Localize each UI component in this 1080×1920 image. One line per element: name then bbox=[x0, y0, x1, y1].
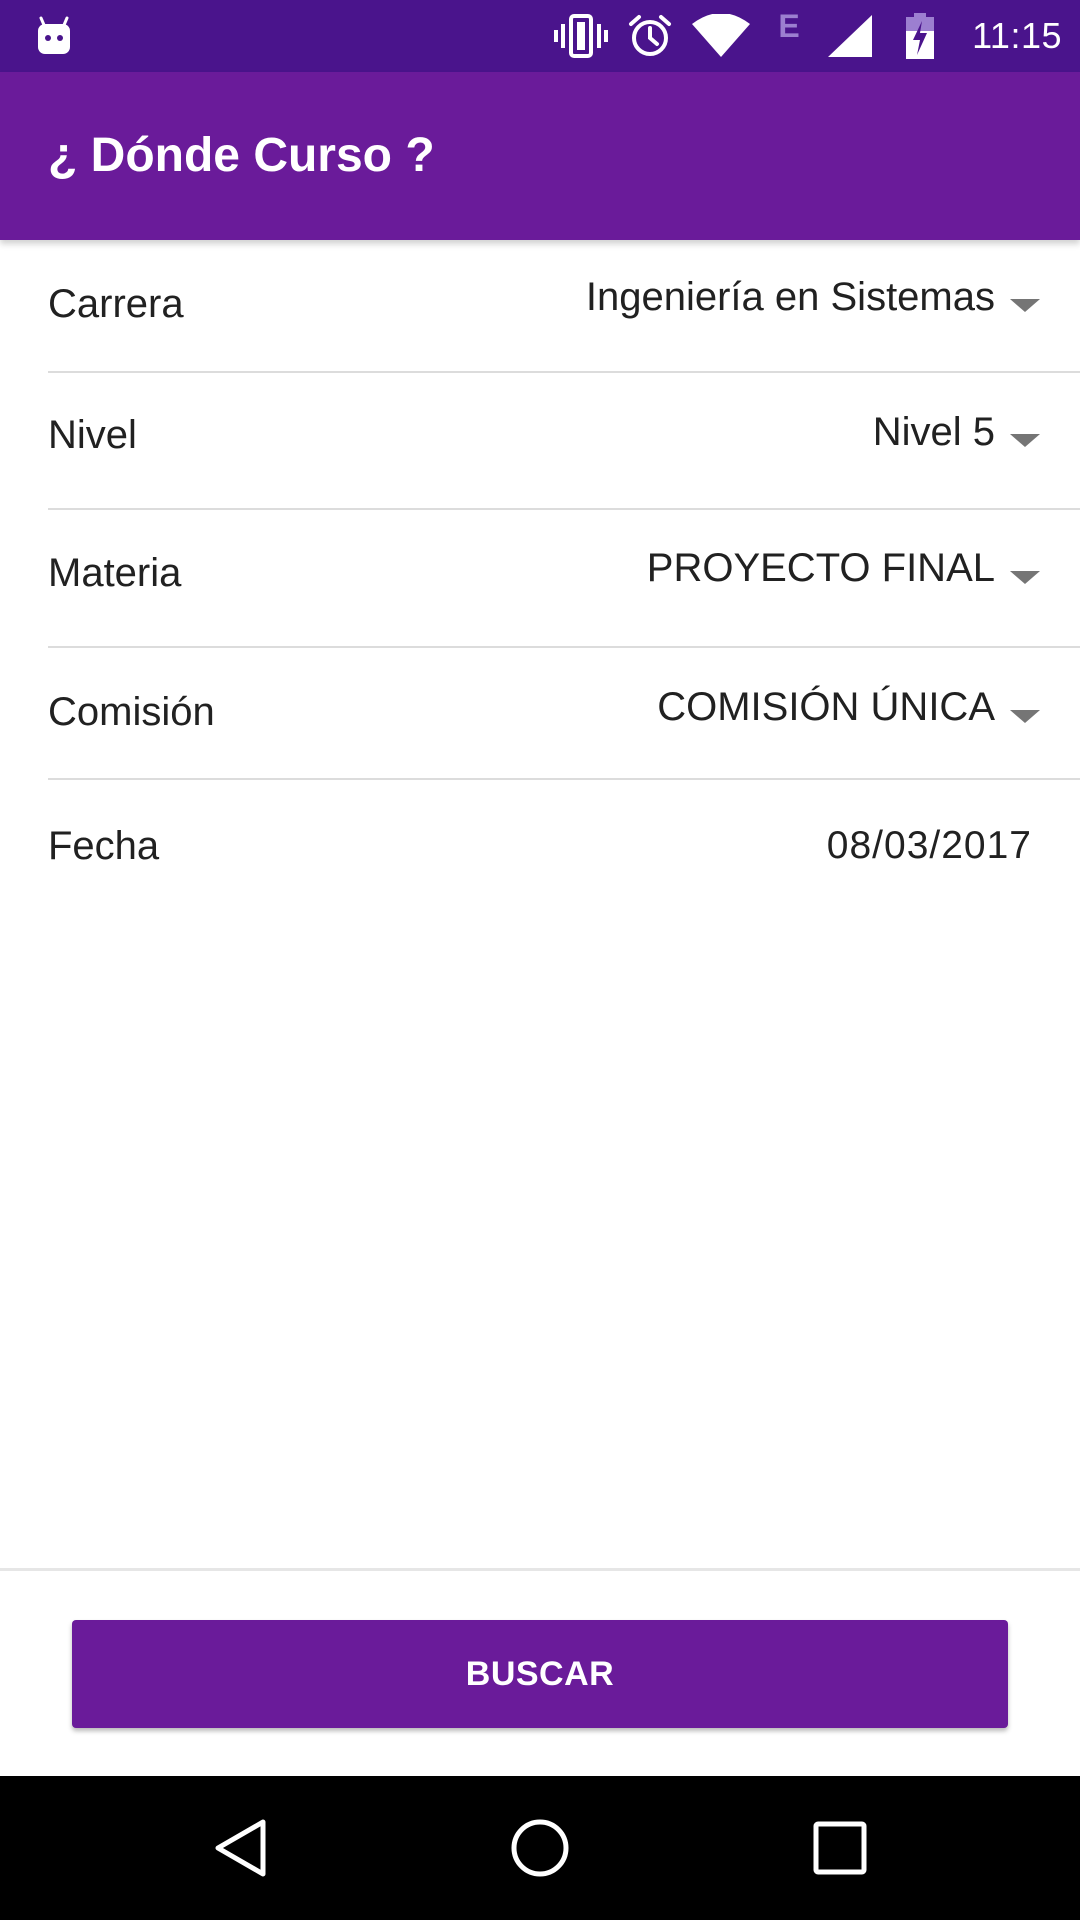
network-type-label: E bbox=[778, 8, 800, 44]
screen: E 11:15 ¿ Dónde Curso ? Carrera Ingenier… bbox=[0, 0, 1080, 1920]
nivel-dropdown-arrow-icon[interactable] bbox=[1010, 434, 1040, 447]
divider bbox=[48, 778, 1080, 780]
carrera-value[interactable]: Ingeniería en Sistemas bbox=[586, 275, 995, 320]
status-bar: E 11:15 bbox=[0, 0, 1080, 72]
recents-icon bbox=[813, 1821, 867, 1875]
navigation-bar bbox=[0, 1776, 1080, 1920]
alarm-icon bbox=[626, 0, 674, 72]
vibrate-icon bbox=[552, 0, 610, 72]
comision-value[interactable]: COMISIÓN ÚNICA bbox=[657, 685, 995, 730]
carrera-label: Carrera bbox=[48, 282, 184, 326]
search-button[interactable]: BUSCAR bbox=[72, 1620, 1008, 1728]
materia-label: Materia bbox=[48, 551, 182, 595]
back-icon bbox=[215, 1819, 266, 1877]
carrera-spinner[interactable]: Carrera Ingeniería en Sistemas bbox=[0, 240, 1080, 377]
status-time: 11:15 bbox=[972, 15, 1062, 56]
divider bbox=[48, 371, 1080, 373]
comision-dropdown-arrow-icon[interactable] bbox=[1010, 710, 1040, 723]
divider bbox=[48, 646, 1080, 648]
materia-dropdown-arrow-icon[interactable] bbox=[1010, 571, 1040, 584]
home-icon bbox=[511, 1819, 569, 1877]
fecha-label: Fecha bbox=[48, 824, 160, 868]
fecha-value[interactable]: 08/03/2017 bbox=[827, 824, 1032, 868]
nivel-spinner[interactable]: Nivel Nivel 5 bbox=[0, 377, 1080, 515]
materia-value[interactable]: PROYECTO FINAL bbox=[647, 546, 995, 591]
signal-icon bbox=[826, 0, 874, 72]
nivel-label: Nivel bbox=[48, 413, 137, 457]
home-button[interactable] bbox=[460, 1776, 620, 1920]
app-title: ¿ Dónde Curso ? bbox=[48, 129, 435, 182]
carrera-dropdown-arrow-icon[interactable] bbox=[1010, 299, 1040, 312]
search-form: Carrera Ingeniería en Sistemas Nivel Niv… bbox=[0, 240, 1080, 904]
app-bar: ¿ Dónde Curso ? bbox=[0, 72, 1080, 240]
divider bbox=[48, 508, 1080, 510]
back-button[interactable] bbox=[161, 1776, 321, 1920]
comision-label: Comisión bbox=[48, 690, 215, 734]
recents-button[interactable] bbox=[760, 1776, 920, 1920]
nivel-value[interactable]: Nivel 5 bbox=[873, 410, 995, 455]
fecha-row: Fecha 08/03/2017 bbox=[0, 784, 1080, 904]
android-notification-icon bbox=[34, 0, 74, 72]
materia-spinner[interactable]: Materia PROYECTO FINAL bbox=[0, 515, 1080, 653]
wifi-icon bbox=[690, 0, 752, 72]
comision-spinner[interactable]: Comisión COMISIÓN ÚNICA bbox=[0, 653, 1080, 784]
bottom-divider bbox=[0, 1568, 1080, 1571]
battery-charging-icon bbox=[902, 0, 938, 72]
